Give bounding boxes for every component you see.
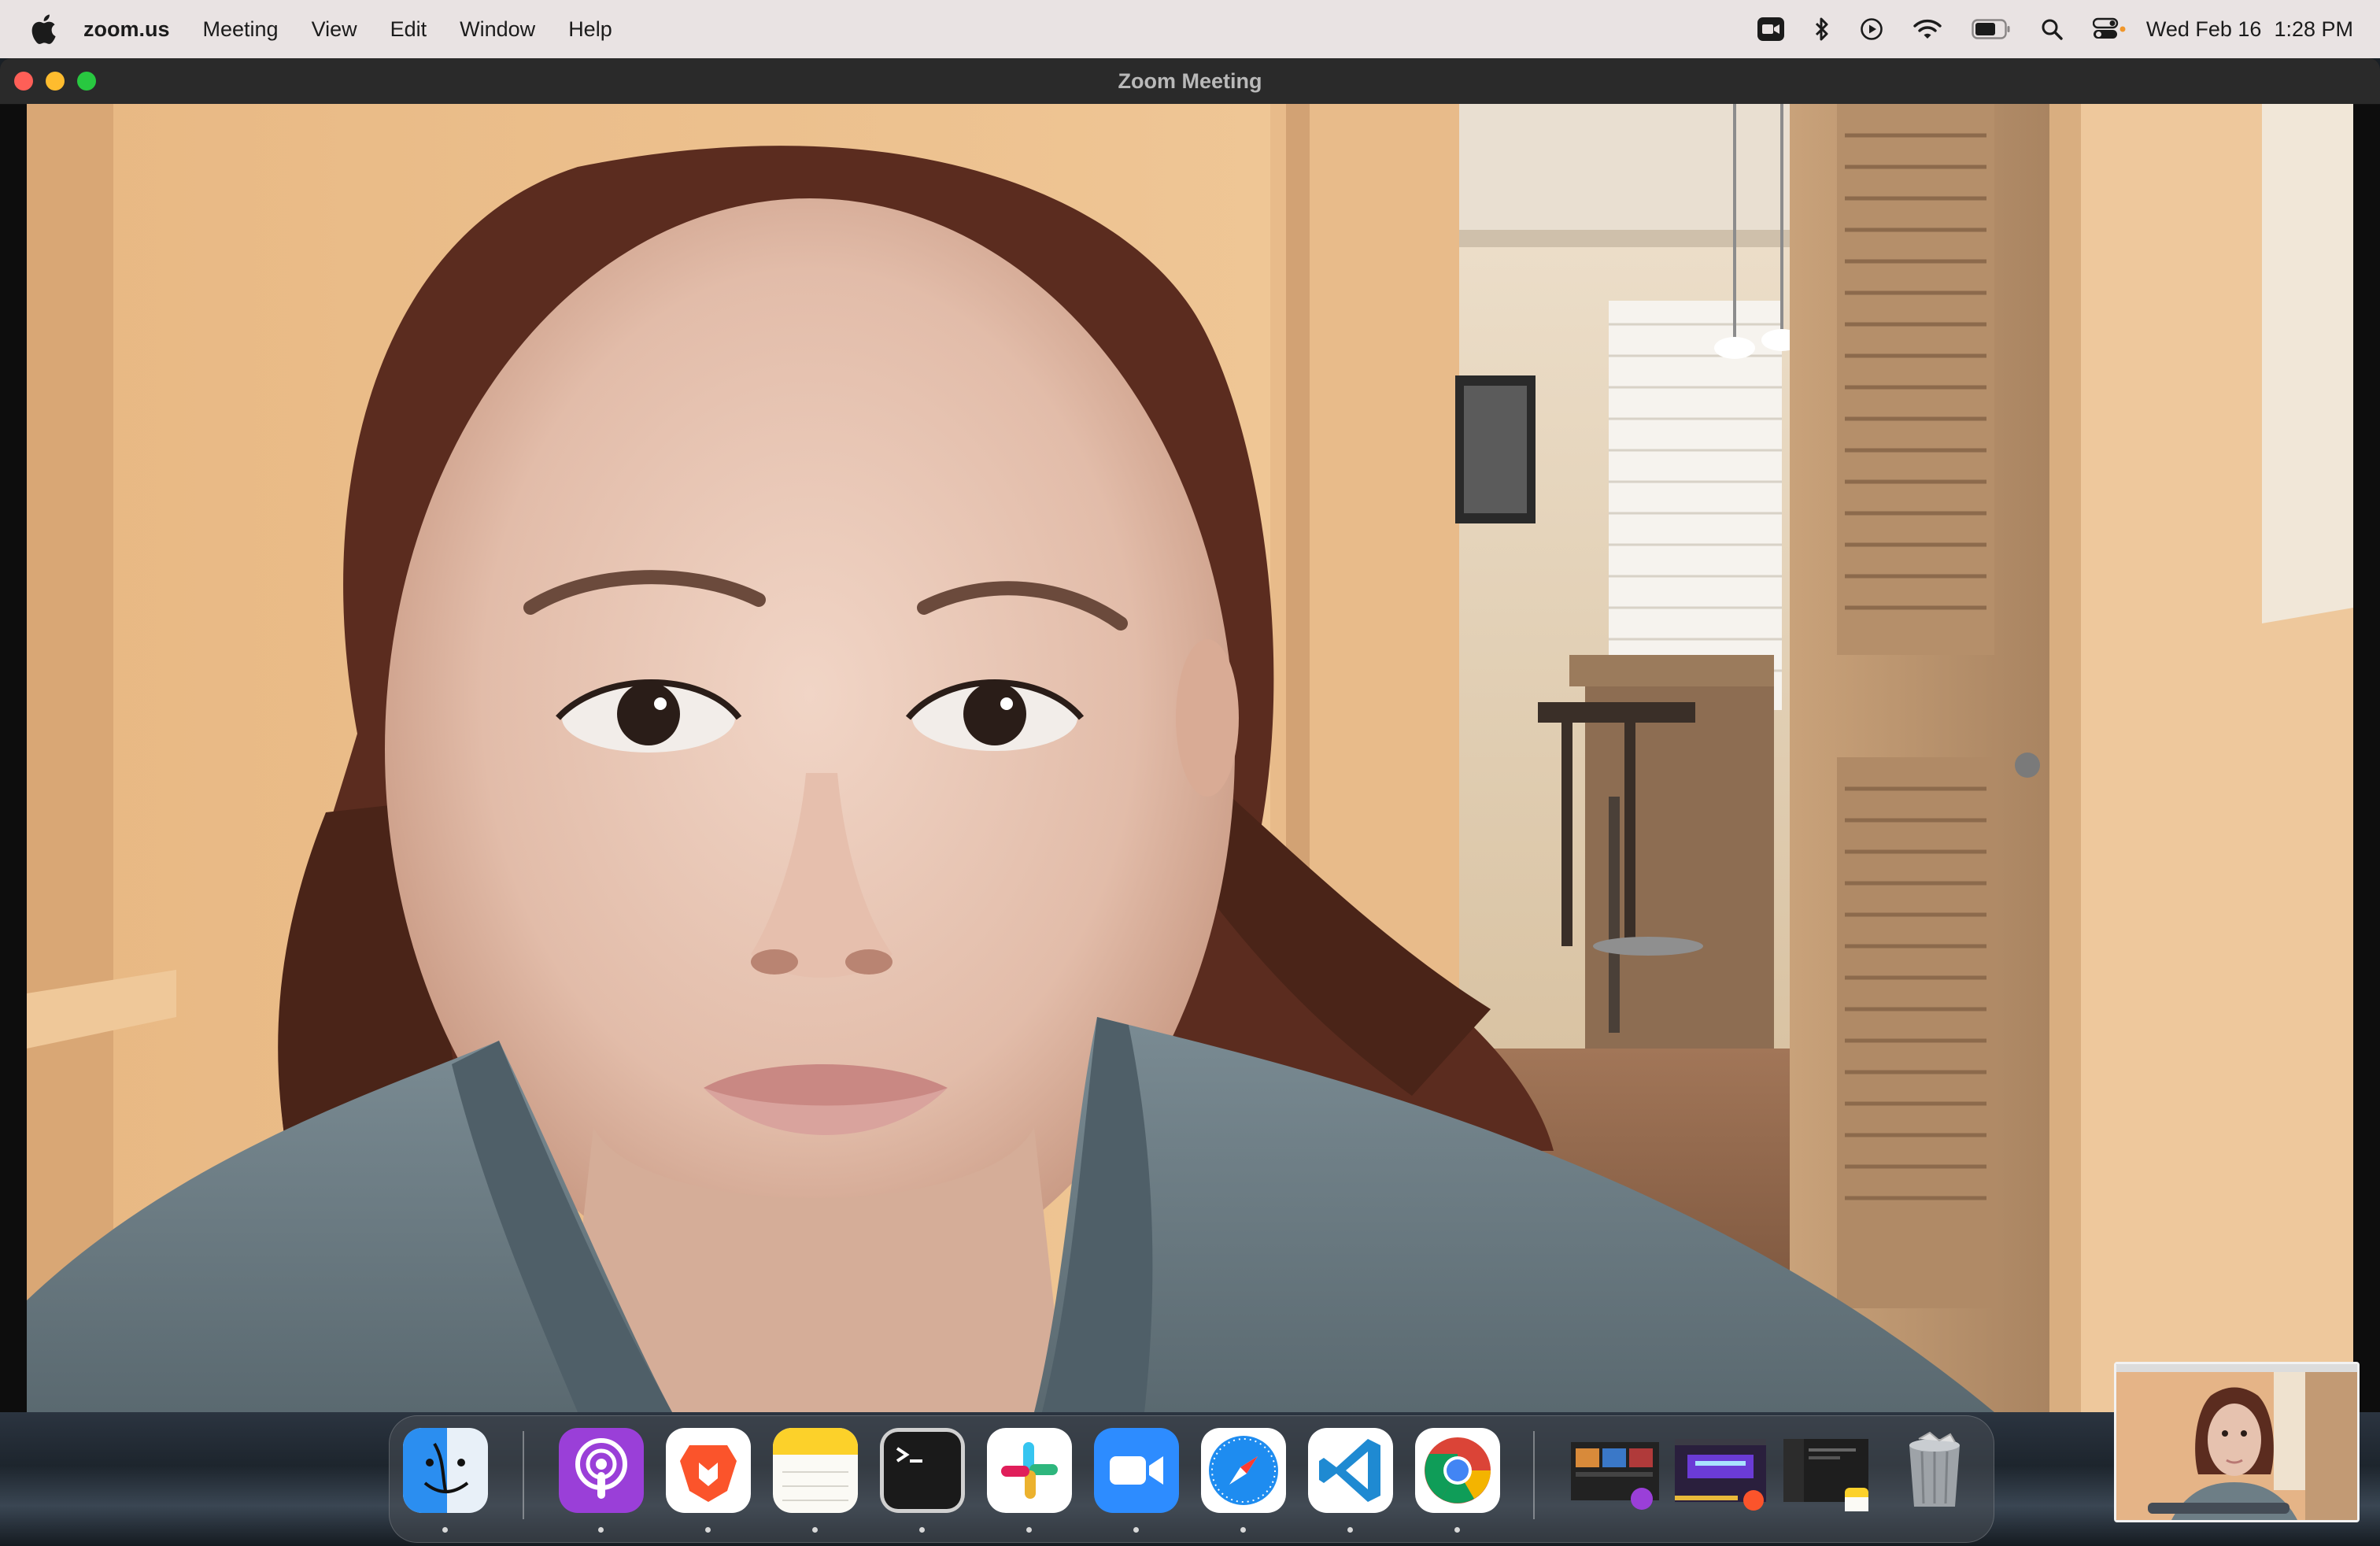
dock-safari-icon[interactable] <box>1201 1428 1286 1513</box>
dock-running-indicator <box>919 1527 925 1533</box>
dock-separator <box>523 1431 524 1519</box>
self-view-frame <box>2116 1364 2357 1520</box>
dock-running-indicator <box>1133 1527 1139 1533</box>
apple-menu-icon[interactable] <box>30 14 57 44</box>
dock-finder-icon[interactable] <box>403 1428 488 1513</box>
app-menu-zoom[interactable]: zoom.us <box>83 17 170 42</box>
video-frame <box>27 104 2353 1412</box>
dock-minimized-window-brave[interactable] <box>1672 1428 1769 1513</box>
control-center-icon[interactable] <box>2092 0 2126 58</box>
dock-minimized-window-notes[interactable] <box>1777 1428 1875 1513</box>
menu-window[interactable]: Window <box>460 17 535 42</box>
menubar-clock[interactable]: Wed Feb 16 1:28 PM <box>2146 17 2353 42</box>
dock-minimized-window-podcasts[interactable] <box>1566 1428 1664 1513</box>
dock-running-indicator <box>1026 1527 1032 1533</box>
zoom-meeting-window: Zoom Meeting <box>0 58 2380 1412</box>
dock-podcasts-icon[interactable] <box>559 1428 644 1513</box>
menubar-date: Wed Feb 16 <box>2145 17 2262 41</box>
dock-running-indicator <box>598 1527 604 1533</box>
dock-running-indicator <box>1347 1527 1353 1533</box>
self-view-thumbnail[interactable] <box>2114 1362 2360 1522</box>
spotlight-search-icon[interactable] <box>2041 0 2063 58</box>
dock-zoom-icon[interactable] <box>1094 1428 1179 1513</box>
menu-bar: zoom.us Meeting View Edit Window Help We… <box>0 0 2380 58</box>
battery-icon[interactable] <box>1972 0 2011 58</box>
zoom-camera-icon[interactable] <box>1757 0 1784 58</box>
dock-running-indicator <box>1240 1527 1246 1533</box>
dock-separator <box>1533 1431 1535 1519</box>
status-menus: Wed Feb 16 1:28 PM <box>1728 0 2353 58</box>
participant-video[interactable] <box>27 104 2353 1412</box>
dock-trash-icon[interactable] <box>1892 1428 1977 1513</box>
dock-running-indicator <box>812 1527 818 1533</box>
menubar-time: 1:28 PM <box>2274 17 2353 41</box>
wifi-icon[interactable] <box>1913 0 1942 58</box>
dock-running-indicator <box>442 1527 448 1533</box>
now-playing-icon[interactable] <box>1860 0 1883 58</box>
dock-brave-icon[interactable] <box>666 1428 751 1513</box>
dock-terminal-icon[interactable] <box>880 1428 965 1513</box>
dock-slack-icon[interactable] <box>987 1428 1072 1513</box>
menu-view[interactable]: View <box>312 17 357 42</box>
menu-edit[interactable]: Edit <box>390 17 427 42</box>
dock-chrome-icon[interactable] <box>1415 1428 1500 1513</box>
window-title: Zoom Meeting <box>1118 69 1262 93</box>
window-titlebar[interactable]: Zoom Meeting <box>0 58 2380 105</box>
dock-running-indicator <box>705 1527 711 1533</box>
dock-vscode-icon[interactable] <box>1308 1428 1393 1513</box>
menu-meeting[interactable]: Meeting <box>203 17 279 42</box>
bluetooth-icon[interactable] <box>1814 0 1830 58</box>
dock-notes-icon[interactable] <box>773 1428 858 1513</box>
menu-help[interactable]: Help <box>568 17 612 42</box>
dock-running-indicator <box>1454 1527 1460 1533</box>
